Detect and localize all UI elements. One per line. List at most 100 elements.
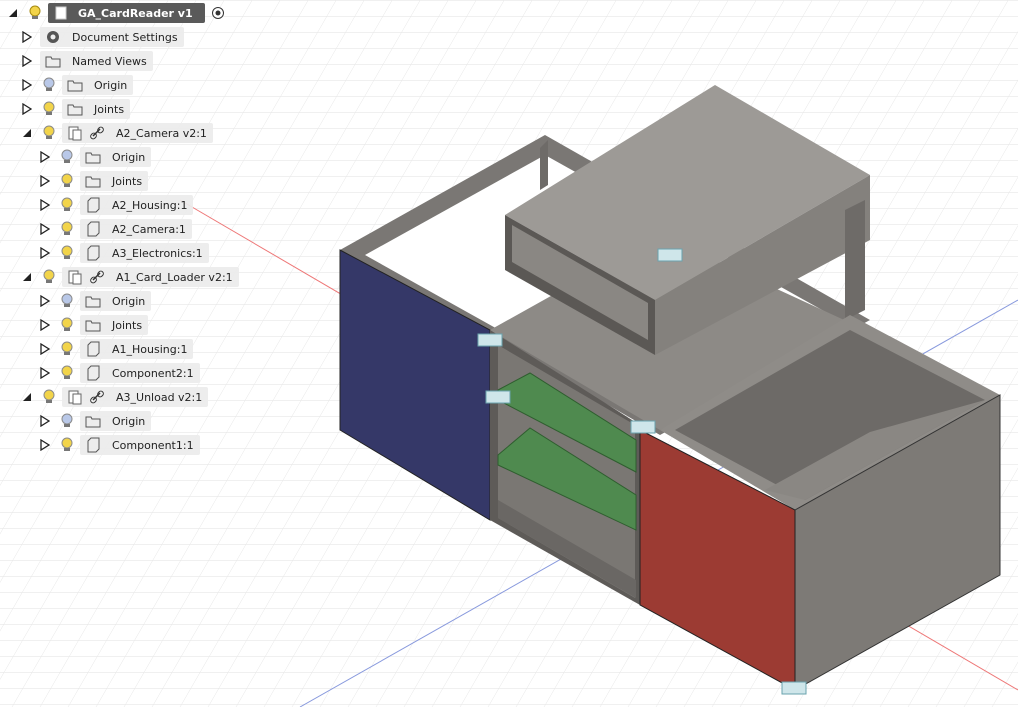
- tree-item-pill[interactable]: Named Views: [40, 51, 153, 71]
- joint-glyph[interactable]: [477, 333, 503, 347]
- expand-triangle-icon[interactable]: [38, 150, 52, 164]
- activate-radio-icon[interactable]: [209, 4, 227, 22]
- lightbulb-on-icon[interactable]: [58, 364, 76, 382]
- folder-icon: [84, 316, 102, 334]
- lightbulb-on-icon[interactable]: [58, 340, 76, 358]
- expand-triangle-icon[interactable]: [38, 174, 52, 188]
- tree-item-label: Joints: [112, 318, 143, 332]
- tree-root-row[interactable]: GA_CardReader v1: [6, 2, 231, 24]
- link-icon: [88, 268, 106, 286]
- tree-item-label: Document Settings: [72, 30, 178, 44]
- tree-row[interactable]: Origin: [20, 74, 134, 96]
- tree-row[interactable]: Origin: [38, 290, 152, 312]
- root-component-pill[interactable]: GA_CardReader v1: [48, 3, 205, 23]
- tree-item-pill[interactable]: Origin: [62, 75, 134, 95]
- collapse-triangle-icon[interactable]: [20, 390, 34, 404]
- collapse-triangle-icon[interactable]: [20, 126, 34, 140]
- tree-row[interactable]: Document Settings: [20, 26, 184, 48]
- tree-item-label: A2_Housing:1: [112, 198, 188, 212]
- lightbulb-on-icon[interactable]: [40, 100, 58, 118]
- tree-row[interactable]: Joints: [20, 98, 131, 120]
- expand-triangle-icon[interactable]: [38, 318, 52, 332]
- joint-glyph[interactable]: [630, 420, 656, 434]
- expand-triangle-icon[interactable]: [20, 78, 34, 92]
- tree-item-label: A3_Unload v2:1: [116, 390, 203, 404]
- tree-item-pill[interactable]: Component2:1: [80, 363, 200, 383]
- body-icon: [84, 244, 102, 262]
- tree-item-pill[interactable]: A2_Camera v2:1: [62, 123, 213, 143]
- lightbulb-on-icon[interactable]: [58, 196, 76, 214]
- tree-item-pill[interactable]: Component1:1: [80, 435, 200, 455]
- component-icon: [66, 124, 84, 142]
- tree-item-pill[interactable]: Origin: [80, 411, 152, 431]
- lightbulb-on-icon[interactable]: [58, 244, 76, 262]
- expand-triangle-icon[interactable]: [38, 246, 52, 260]
- document-icon: [52, 4, 70, 22]
- tree-row[interactable]: A3_Electronics:1: [38, 242, 209, 264]
- tree-row[interactable]: Origin: [38, 410, 152, 432]
- body-icon: [84, 220, 102, 238]
- joint-glyph[interactable]: [485, 390, 511, 404]
- tree-item-pill[interactable]: Joints: [62, 99, 131, 119]
- expand-triangle-icon[interactable]: [20, 30, 34, 44]
- tree-item-pill[interactable]: Origin: [80, 147, 152, 167]
- joint-glyph[interactable]: [657, 248, 683, 262]
- tree-item-pill[interactable]: Joints: [80, 315, 149, 335]
- collapse-triangle-icon[interactable]: [20, 270, 34, 284]
- lightbulb-off-icon[interactable]: [58, 292, 76, 310]
- tree-row[interactable]: A2_Camera:1: [38, 218, 192, 240]
- tree-item-pill[interactable]: Origin: [80, 291, 152, 311]
- expand-triangle-icon[interactable]: [38, 414, 52, 428]
- tree-item-pill[interactable]: A3_Unload v2:1: [62, 387, 209, 407]
- expand-triangle-icon[interactable]: [20, 54, 34, 68]
- expand-triangle-icon[interactable]: [20, 102, 34, 116]
- expand-triangle-icon[interactable]: [38, 438, 52, 452]
- tree-row[interactable]: A1_Card_Loader v2:1: [20, 266, 239, 288]
- lightbulb-on-icon[interactable]: [40, 124, 58, 142]
- tree-item-pill[interactable]: A2_Housing:1: [80, 195, 194, 215]
- tree-row[interactable]: Origin: [38, 146, 152, 168]
- folder-icon: [44, 52, 62, 70]
- browser-tree: GA_CardReader v1 Document Settings Named …: [0, 0, 240, 470]
- body-icon: [84, 364, 102, 382]
- lightbulb-on-icon[interactable]: [40, 388, 58, 406]
- lightbulb-on-icon[interactable]: [26, 4, 44, 22]
- tree-item-label: Component2:1: [112, 366, 194, 380]
- lightbulb-on-icon[interactable]: [58, 220, 76, 238]
- lightbulb-off-icon[interactable]: [58, 412, 76, 430]
- expand-triangle-icon[interactable]: [38, 222, 52, 236]
- tree-row[interactable]: A1_Housing:1: [38, 338, 194, 360]
- lightbulb-off-icon[interactable]: [58, 148, 76, 166]
- lightbulb-off-icon[interactable]: [40, 76, 58, 94]
- tree-row[interactable]: A3_Unload v2:1: [20, 386, 209, 408]
- lightbulb-on-icon[interactable]: [58, 172, 76, 190]
- tree-row[interactable]: Component2:1: [38, 362, 200, 384]
- tree-item-pill[interactable]: Joints: [80, 171, 149, 191]
- tree-item-pill[interactable]: A3_Electronics:1: [80, 243, 209, 263]
- tree-item-pill[interactable]: Document Settings: [40, 27, 184, 47]
- folder-icon: [84, 292, 102, 310]
- tree-row[interactable]: A2_Camera v2:1: [20, 122, 213, 144]
- lightbulb-on-icon[interactable]: [58, 316, 76, 334]
- tree-item-label: Joints: [94, 102, 125, 116]
- folder-icon: [84, 412, 102, 430]
- tree-row[interactable]: Named Views: [20, 50, 153, 72]
- expand-triangle-icon[interactable]: [38, 294, 52, 308]
- tree-row[interactable]: Joints: [38, 170, 149, 192]
- tree-row[interactable]: A2_Housing:1: [38, 194, 194, 216]
- expand-triangle-icon[interactable]: [38, 342, 52, 356]
- tree-item-pill[interactable]: A2_Camera:1: [80, 219, 192, 239]
- tree-row[interactable]: Component1:1: [38, 434, 200, 456]
- lightbulb-on-icon[interactable]: [40, 268, 58, 286]
- gear-icon: [44, 28, 62, 46]
- tree-item-pill[interactable]: A1_Card_Loader v2:1: [62, 267, 239, 287]
- joint-glyph[interactable]: [781, 681, 807, 695]
- tree-item-label: Joints: [112, 174, 143, 188]
- expand-triangle-icon[interactable]: [38, 366, 52, 380]
- lightbulb-on-icon[interactable]: [58, 436, 76, 454]
- tree-item-label: Origin: [112, 294, 146, 308]
- expand-triangle-icon[interactable]: [38, 198, 52, 212]
- collapse-triangle-icon[interactable]: [6, 6, 20, 20]
- tree-row[interactable]: Joints: [38, 314, 149, 336]
- tree-item-pill[interactable]: A1_Housing:1: [80, 339, 194, 359]
